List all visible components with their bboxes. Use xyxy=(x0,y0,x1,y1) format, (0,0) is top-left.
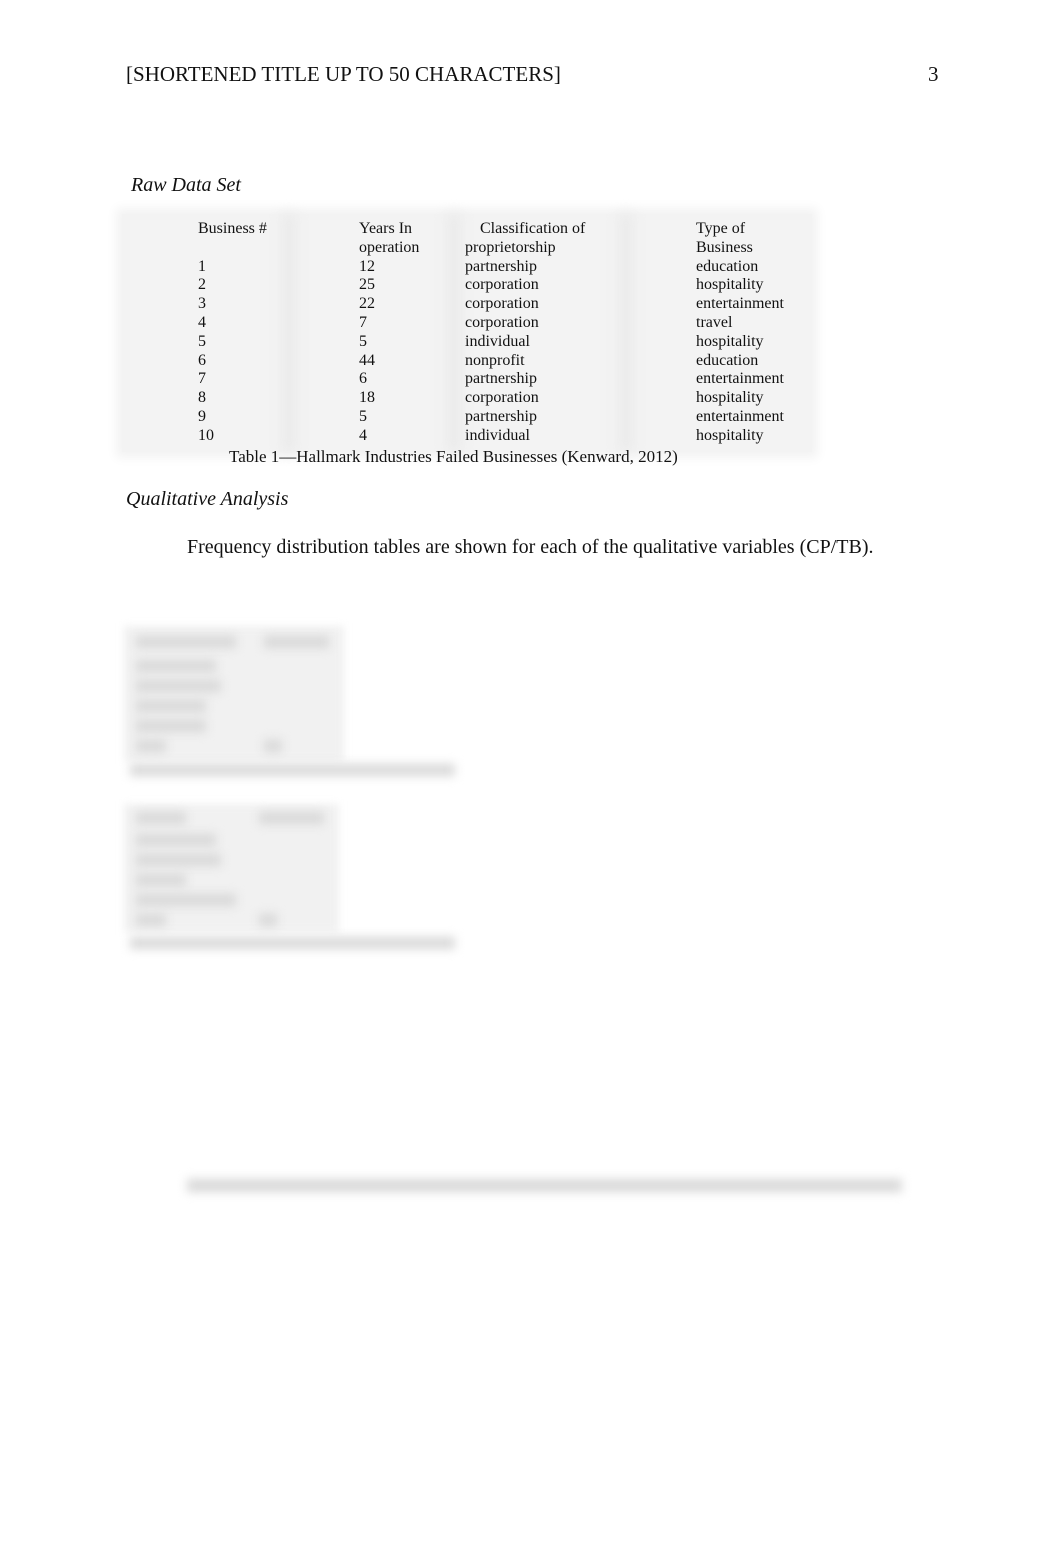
table-cell: 6 xyxy=(359,370,367,388)
table-cell: partnership xyxy=(465,370,537,388)
table-cell: entertainment xyxy=(696,370,784,388)
table-cell: education xyxy=(696,257,759,275)
table-cell: corporation xyxy=(465,389,539,407)
table1-caption: Table 1—Hallmark Industries Failed Busin… xyxy=(229,447,678,466)
table-cell: corporation xyxy=(465,314,539,331)
table-header-cell: Business # xyxy=(198,220,267,237)
table-cell: 18 xyxy=(359,389,375,407)
table-header-cell: Type of xyxy=(696,220,746,237)
table-cell: entertainment xyxy=(696,408,784,425)
table-cell: hospitality xyxy=(696,332,764,350)
table-cell: 12 xyxy=(359,257,375,275)
raw-data-heading: Raw Data Set xyxy=(131,174,241,196)
table-cell: 1 xyxy=(198,257,206,275)
table-cell: corporation xyxy=(465,276,539,294)
table-cell: 3 xyxy=(198,295,206,313)
table-cell: 44 xyxy=(359,351,375,369)
table-cell: hospitality xyxy=(696,426,764,444)
table-cell: hospitality xyxy=(696,276,764,294)
blurred-table3-caption xyxy=(130,935,455,951)
table-cell: 8 xyxy=(198,389,206,407)
table-cell: individual xyxy=(465,426,530,444)
table-header-cell: operation xyxy=(359,238,420,256)
table-header-cell: Business xyxy=(696,238,753,256)
table-cell: partnership xyxy=(465,408,537,425)
body-paragraph: Frequency distribution tables are shown … xyxy=(187,536,874,558)
table-cell: individual xyxy=(465,332,530,350)
table-cell: education xyxy=(696,351,759,369)
raw-data-table: Business # Years In operation Classificatio… xyxy=(122,214,812,452)
table-header-cell: proprietorship xyxy=(465,238,556,256)
table-cell: 10 xyxy=(198,426,214,444)
table-cell: 5 xyxy=(359,332,367,350)
table-cell: 6 xyxy=(198,351,206,369)
table-cell: entertainment xyxy=(696,295,784,313)
table-cell: 4 xyxy=(359,426,367,444)
table-cell: nonprofit xyxy=(465,351,525,369)
table-cell: corporation xyxy=(465,295,539,313)
table-cell: 7 xyxy=(359,314,367,331)
table-header-cell: Classification of xyxy=(480,220,586,237)
qualitative-analysis-heading: Qualitative Analysis xyxy=(126,488,289,510)
blurred-paragraph xyxy=(187,1176,902,1194)
running-header-title: [SHORTENED TITLE UP TO 50 CHARACTERS] xyxy=(126,62,561,86)
blurred-frequency-table-cp xyxy=(124,626,344,761)
table-cell: 5 xyxy=(359,408,367,425)
table-header-cell: Years In xyxy=(359,220,413,237)
table-cell: 4 xyxy=(198,314,206,331)
blurred-frequency-table-tb xyxy=(124,804,339,932)
table-cell: travel xyxy=(696,314,733,331)
table-cell: partnership xyxy=(465,257,537,275)
table-cell: 7 xyxy=(198,370,206,388)
page-number: 3 xyxy=(928,62,939,86)
table-cell: 25 xyxy=(359,276,375,294)
blurred-table2-caption xyxy=(130,762,455,778)
table-cell: 5 xyxy=(198,332,206,350)
table-cell: hospitality xyxy=(696,389,764,407)
table-cell: 9 xyxy=(198,408,206,425)
table-cell: 22 xyxy=(359,295,375,313)
table-cell: 2 xyxy=(198,276,206,294)
